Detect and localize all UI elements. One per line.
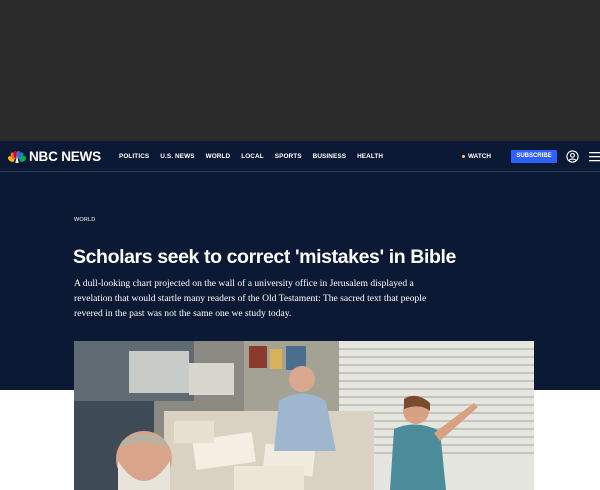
article-headline: Scholars seek to correct 'mistakes' in B… [73, 246, 456, 268]
site-header: NBC NEWS POLITICS U.S. NEWS WORLD LOCAL … [0, 141, 600, 172]
brand-name: NBC NEWS [29, 149, 101, 164]
section-label[interactable]: WORLD [74, 217, 95, 224]
watch-label: WATCH [468, 153, 491, 160]
nav-world[interactable]: WORLD [206, 152, 231, 161]
nav-local[interactable]: LOCAL [241, 152, 264, 161]
ad-slot [0, 0, 600, 141]
nav-politics[interactable]: POLITICS [119, 152, 149, 161]
subscribe-button[interactable]: SUBSCRIBE [511, 150, 557, 163]
nav-sports[interactable]: SPORTS [275, 152, 302, 161]
nav-health[interactable]: HEALTH [357, 152, 383, 161]
account-icon[interactable] [566, 150, 579, 163]
article-dek: A dull-looking chart projected on the wa… [74, 278, 427, 319]
nav-business[interactable]: BUSINESS [313, 152, 346, 161]
peacock-icon [8, 150, 26, 163]
watch-link[interactable]: WATCH [462, 152, 491, 161]
nav-us-news[interactable]: U.S. NEWS [160, 152, 194, 161]
lead-photo [74, 341, 534, 490]
live-dot-icon [462, 155, 465, 158]
primary-nav: POLITICS U.S. NEWS WORLD LOCAL SPORTS BU… [119, 152, 394, 161]
nbc-news-logo[interactable]: NBC NEWS [8, 149, 101, 164]
hamburger-menu-icon[interactable] [588, 150, 600, 163]
